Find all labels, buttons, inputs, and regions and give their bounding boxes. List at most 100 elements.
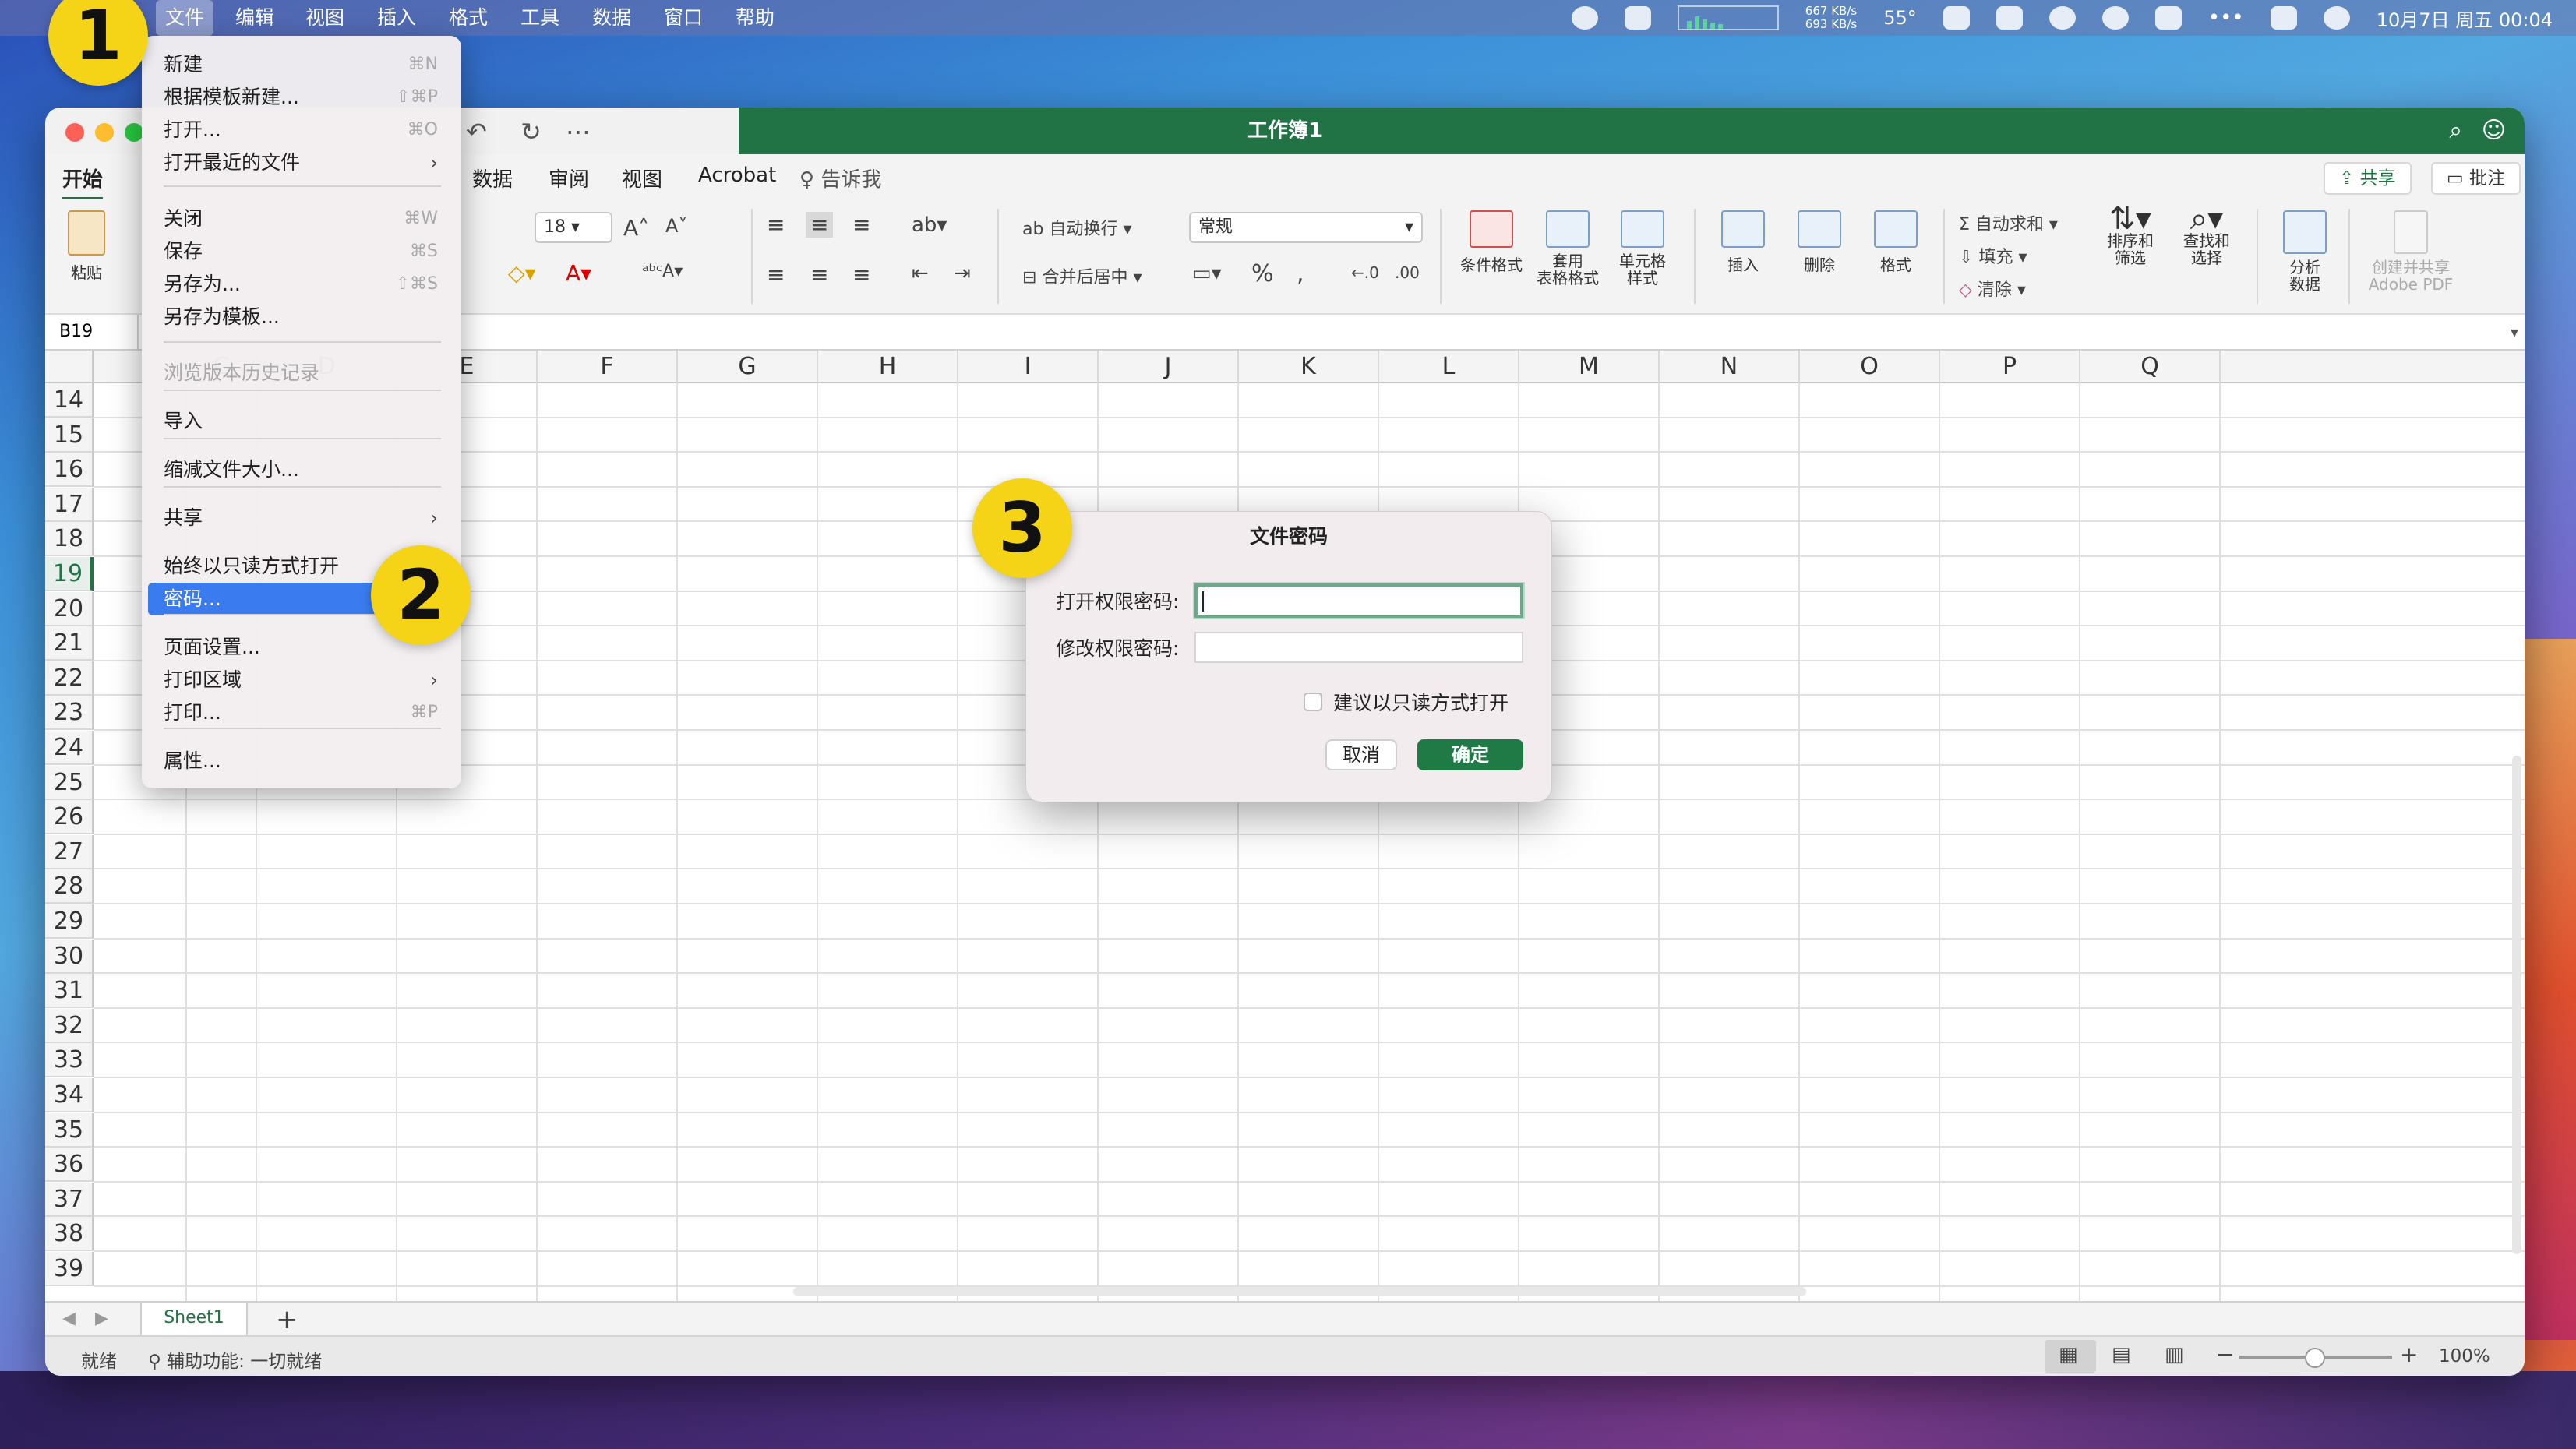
row-header[interactable]: 14 bbox=[45, 383, 94, 418]
bird-icon[interactable] bbox=[1943, 6, 1970, 30]
row-header[interactable]: 29 bbox=[45, 904, 94, 939]
menu-format[interactable]: 格式 bbox=[439, 0, 497, 36]
row-header[interactable]: 25 bbox=[45, 765, 94, 800]
zoom-in-icon[interactable]: + bbox=[2400, 1341, 2418, 1367]
cancel-button[interactable]: 取消 bbox=[1325, 739, 1397, 770]
comma-icon[interactable]: , bbox=[1297, 260, 1304, 287]
fill-color-icon[interactable]: ◇▾ bbox=[508, 260, 536, 286]
create-pdf-button[interactable]: 创建并共享 Adobe PDF bbox=[2356, 210, 2465, 293]
fill-button[interactable]: ⇩ 填充 ▾ bbox=[1959, 243, 2027, 268]
add-sheet-button[interactable]: + bbox=[276, 1303, 298, 1337]
file-menu-item[interactable]: 保存 ⌘S bbox=[148, 235, 455, 268]
column-header[interactable]: N bbox=[1660, 351, 1800, 383]
readonly-checkbox-label[interactable]: 建议以只读方式打开 bbox=[1333, 688, 1509, 716]
row-header[interactable]: 17 bbox=[45, 487, 94, 522]
menu-edit[interactable]: 编辑 bbox=[226, 0, 284, 36]
zoom-slider-thumb[interactable] bbox=[2305, 1348, 2325, 1368]
account-icon[interactable]: ☺ bbox=[2482, 117, 2506, 144]
row-header[interactable]: 28 bbox=[45, 869, 94, 904]
page-break-icon[interactable]: ▥ bbox=[2165, 1343, 2184, 1366]
file-menu-item[interactable]: 打印... ⌘P bbox=[148, 696, 455, 729]
autosum-button[interactable]: Σ 自动求和 ▾ bbox=[1959, 210, 2058, 235]
row-header[interactable]: 32 bbox=[45, 1008, 94, 1043]
row-header[interactable]: 22 bbox=[45, 661, 94, 696]
clear-button[interactable]: ◇ 清除 ▾ bbox=[1959, 276, 2026, 301]
conditional-format-button[interactable]: 条件格式 bbox=[1452, 210, 1530, 275]
share-button[interactable]: ⇪ 共享 bbox=[2324, 162, 2412, 195]
row-header[interactable]: 15 bbox=[45, 418, 94, 453]
tab-data[interactable]: 数据 bbox=[472, 164, 513, 192]
expand-formula-icon[interactable]: ▾ bbox=[2511, 323, 2518, 341]
zoom-level[interactable]: 100% bbox=[2439, 1346, 2490, 1366]
apple-icon[interactable] bbox=[30, 6, 51, 30]
tell-me[interactable]: ♀ 告诉我 bbox=[799, 164, 881, 192]
decrease-indent-icon[interactable]: ⇤ bbox=[912, 262, 929, 285]
tab-review[interactable]: 审阅 bbox=[549, 164, 589, 192]
analyze-data-button[interactable]: 分析 数据 bbox=[2267, 210, 2342, 293]
column-header[interactable]: J bbox=[1099, 351, 1239, 383]
menu-view[interactable]: 视图 bbox=[296, 0, 354, 36]
row-header[interactable]: 24 bbox=[45, 731, 94, 765]
column-header[interactable]: O bbox=[1800, 351, 1940, 383]
delete-cells-button[interactable]: 删除 bbox=[1784, 210, 1854, 275]
file-menu-item[interactable]: 关闭 ⌘W bbox=[148, 203, 455, 235]
row-header[interactable]: 27 bbox=[45, 834, 94, 869]
menu-file[interactable]: 文件 bbox=[156, 0, 214, 36]
row-header[interactable]: 20 bbox=[45, 591, 94, 626]
file-menu-item[interactable]: 缩减文件大小... bbox=[148, 453, 455, 486]
row-header[interactable]: 33 bbox=[45, 1043, 94, 1078]
row-header[interactable]: 36 bbox=[45, 1148, 94, 1183]
column-header[interactable]: I bbox=[958, 351, 1099, 383]
insert-cells-button[interactable]: 插入 bbox=[1708, 210, 1778, 275]
shrink-font-icon[interactable]: A˅ bbox=[665, 215, 687, 237]
increase-decimal-icon[interactable]: ←.0 bbox=[1351, 263, 1379, 282]
cell-style-button[interactable]: 单元格 样式 bbox=[1605, 210, 1680, 287]
phonetic-icon[interactable]: ᵃᵇᶜA▾ bbox=[642, 262, 683, 281]
file-menu-item[interactable]: 根据模板新建... ⇧⌘P bbox=[148, 81, 455, 114]
row-header[interactable]: 31 bbox=[45, 974, 94, 1009]
align-bottom-icon[interactable]: ≡ bbox=[852, 212, 870, 238]
clock[interactable]: 10月7日 周五 00:04 bbox=[2377, 5, 2553, 32]
column-header[interactable]: Q bbox=[2080, 351, 2221, 383]
name-box[interactable]: B19 bbox=[45, 315, 139, 349]
menu-data[interactable]: 数据 bbox=[583, 0, 640, 36]
align-middle-icon[interactable]: ≡ bbox=[806, 212, 834, 238]
refresh-icon[interactable] bbox=[2048, 6, 2076, 30]
menu-help[interactable]: 帮助 bbox=[726, 0, 784, 36]
column-header[interactable]: L bbox=[1379, 351, 1519, 383]
decrease-decimal-icon[interactable]: .00 bbox=[1395, 263, 1420, 282]
temperature[interactable]: 55° bbox=[1883, 7, 1917, 29]
row-header[interactable]: 19 bbox=[45, 557, 94, 591]
orientation-icon[interactable]: ab▾ bbox=[912, 213, 947, 237]
file-menu-item[interactable]: 导入 bbox=[148, 405, 455, 438]
page-layout-icon[interactable]: ▤ bbox=[2112, 1343, 2131, 1366]
network-speed[interactable]: 667 KB/s 693 KB/s bbox=[1805, 5, 1857, 31]
column-header[interactable]: F bbox=[538, 351, 678, 383]
slash-icon[interactable] bbox=[1996, 6, 2023, 30]
file-menu-item[interactable]: 另存为... ⇧⌘S bbox=[148, 268, 455, 301]
table-format-button[interactable]: 套用 表格格式 bbox=[1530, 210, 1605, 287]
row-header[interactable]: 23 bbox=[45, 696, 94, 731]
vertical-scrollbar[interactable] bbox=[2512, 756, 2521, 1254]
sheet-tab[interactable]: Sheet1 bbox=[140, 1303, 248, 1337]
accessibility-status[interactable]: ⚲ 辅助功能: 一切就绪 bbox=[148, 1346, 322, 1373]
control-center-icon[interactable] bbox=[2270, 6, 2297, 30]
tab-acrobat[interactable]: Acrobat bbox=[698, 164, 776, 187]
file-menu-item[interactable]: 新建 ⌘N bbox=[148, 48, 455, 81]
row-header[interactable]: 39 bbox=[45, 1252, 94, 1286]
column-header[interactable]: H bbox=[818, 351, 958, 383]
file-menu-item[interactable]: 共享 › bbox=[148, 502, 455, 534]
face-icon[interactable] bbox=[1571, 6, 1598, 30]
row-header[interactable]: 18 bbox=[45, 522, 94, 557]
row-header[interactable]: 34 bbox=[45, 1078, 94, 1112]
select-all-corner[interactable] bbox=[45, 351, 94, 383]
column-header[interactable]: M bbox=[1519, 351, 1660, 383]
percent-icon[interactable]: % bbox=[1251, 260, 1274, 287]
grow-font-icon[interactable]: A˄ bbox=[623, 215, 649, 241]
tab-home[interactable]: 开始 bbox=[62, 164, 104, 200]
file-menu-item[interactable]: 另存为模板... bbox=[148, 301, 455, 333]
comments-button[interactable]: ▭ 批注 bbox=[2431, 162, 2521, 195]
align-center-icon[interactable]: ≡ bbox=[810, 262, 828, 287]
row-header[interactable]: 35 bbox=[45, 1112, 94, 1148]
number-format-select[interactable]: 常规 ▾ bbox=[1189, 212, 1423, 243]
